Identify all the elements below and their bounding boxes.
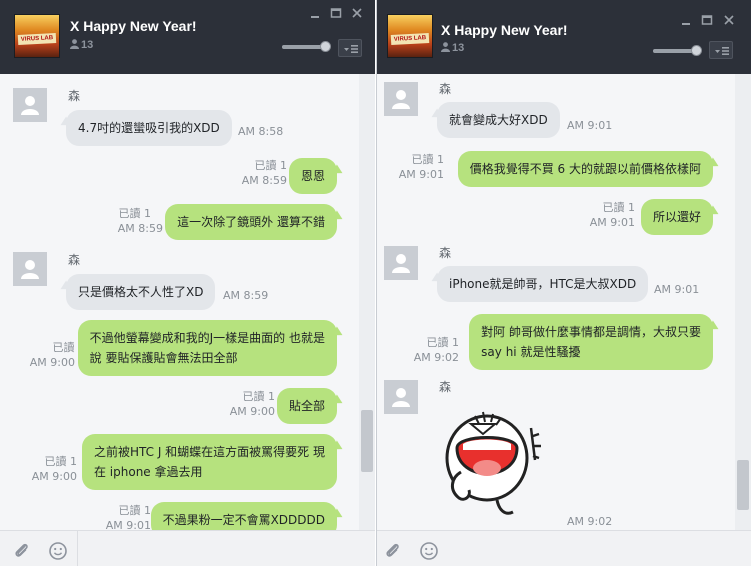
message-bubble[interactable]: 4.7吋的還蠻吸引我的XDD bbox=[66, 110, 232, 146]
message-bubble[interactable]: 這一次除了鏡頭外 還算不錯 bbox=[165, 204, 337, 240]
sender-name: 森 bbox=[439, 82, 452, 96]
sender-name: 森 bbox=[439, 380, 452, 394]
read-receipt: 已讀 1 bbox=[118, 504, 152, 517]
scrollbar-thumb[interactable] bbox=[361, 410, 373, 472]
sender-name: 森 bbox=[68, 89, 81, 103]
sender-avatar[interactable] bbox=[384, 82, 418, 116]
slider-knob[interactable] bbox=[691, 45, 702, 56]
sender-name: 森 bbox=[439, 246, 452, 260]
chat-window-left: VIRUS LAB X Happy New Year! 13 森 4.7吋的還蠻… bbox=[0, 0, 375, 566]
member-count[interactable]: 13 bbox=[441, 42, 464, 54]
minimize-icon[interactable] bbox=[679, 13, 693, 27]
sender-avatar[interactable] bbox=[13, 88, 47, 122]
message-time: AM 9:01 bbox=[567, 119, 613, 132]
chat-title: X Happy New Year! bbox=[441, 22, 568, 38]
attachment-icon[interactable] bbox=[12, 541, 32, 561]
message-time: AM 8:58 bbox=[238, 125, 284, 138]
close-icon[interactable] bbox=[350, 6, 364, 20]
menu-icon bbox=[344, 45, 358, 53]
sender-avatar[interactable] bbox=[384, 380, 418, 414]
message-bubble[interactable]: 之前被HTC J 和蝴蝶在這方面被罵得要死 現 在 iphone 拿過去用 bbox=[81, 434, 337, 490]
read-receipt: 已讀 1 bbox=[411, 153, 445, 166]
read-receipt: 已讀 1 bbox=[254, 159, 288, 172]
scrollbar[interactable] bbox=[735, 74, 751, 530]
menu-icon bbox=[715, 47, 729, 55]
message-time: AM 8:59 bbox=[117, 222, 163, 235]
message-bubble[interactable]: 貼全部 bbox=[276, 388, 337, 424]
message-bubble[interactable]: iPhone就是帥哥，HTC是大叔XDD bbox=[437, 266, 649, 302]
close-icon[interactable] bbox=[722, 13, 736, 27]
menu-button[interactable] bbox=[709, 41, 733, 59]
message-bubble[interactable]: 所以還好 bbox=[640, 199, 713, 235]
read-receipt: 已讀 1 bbox=[118, 207, 152, 220]
person-icon bbox=[392, 388, 410, 407]
emoji-icon[interactable] bbox=[419, 541, 439, 561]
message-area[interactable]: 森 就會變成大好XDD AM 9:01 已讀 1 AM 9:01 價格我覺得不買… bbox=[377, 74, 751, 530]
person-icon bbox=[21, 260, 39, 279]
scrollbar-thumb[interactable] bbox=[737, 460, 749, 510]
message-time: AM 9:02 bbox=[413, 351, 459, 364]
toolbar-divider bbox=[77, 531, 78, 566]
person-icon bbox=[70, 39, 79, 49]
person-icon bbox=[21, 96, 39, 115]
emoji-icon[interactable] bbox=[48, 541, 68, 561]
message-bubble[interactable]: 價格我覺得不買 6 大的就跟以前價格依樣阿 bbox=[457, 151, 713, 187]
read-receipt: 已讀 1 bbox=[44, 455, 78, 468]
laughing-sticker[interactable] bbox=[441, 406, 551, 526]
message-bubble[interactable]: 不過他螢幕變成和我的J一樣是曲面的 也就是 說 要貼保護貼會無法田全部 bbox=[77, 320, 337, 376]
member-count[interactable]: 13 bbox=[70, 39, 93, 51]
message-bubble[interactable]: 只是價格太不人性了XD bbox=[66, 274, 216, 310]
sender-avatar[interactable] bbox=[13, 252, 47, 286]
title-bar: VIRUS LAB X Happy New Year! 13 bbox=[377, 0, 751, 74]
attachment-icon[interactable] bbox=[383, 541, 403, 561]
message-time: AM 9:01 bbox=[398, 168, 444, 181]
message-bubble[interactable]: 不過果粉一定不會罵XDDDDD bbox=[150, 502, 337, 530]
message-time: AM 8:59 bbox=[223, 289, 269, 302]
group-avatar[interactable]: VIRUS LAB bbox=[14, 14, 60, 58]
message-time: AM 9:00 bbox=[31, 470, 77, 483]
maximize-icon[interactable] bbox=[329, 6, 343, 20]
chat-window-right: VIRUS LAB X Happy New Year! 13 森 就會變成大好X… bbox=[376, 0, 751, 566]
message-bubble[interactable]: 就會變成大好XDD bbox=[437, 102, 560, 138]
input-toolbar bbox=[377, 530, 751, 566]
title-bar: VIRUS LAB X Happy New Year! 13 bbox=[0, 0, 375, 74]
message-bubble[interactable]: 對阿 帥哥做什麼事情都是調情，大叔只要 say hi 就是性騷擾 bbox=[469, 314, 713, 370]
message-area[interactable]: 森 4.7吋的還蠻吸引我的XDD AM 8:58 已讀 1 AM 8:59 恩恩… bbox=[0, 74, 375, 530]
read-receipt: 已讀 1 bbox=[242, 390, 276, 403]
minimize-icon[interactable] bbox=[308, 6, 322, 20]
sender-name: 森 bbox=[68, 253, 81, 267]
message-time: AM 9:02 bbox=[567, 515, 613, 528]
message-bubble[interactable]: 恩恩 bbox=[288, 158, 337, 194]
message-time: AM 9:00 bbox=[29, 356, 75, 369]
group-avatar[interactable]: VIRUS LAB bbox=[387, 14, 433, 58]
chat-title: X Happy New Year! bbox=[70, 18, 197, 34]
message-time: AM 9:01 bbox=[589, 216, 635, 229]
sender-avatar[interactable] bbox=[384, 246, 418, 280]
read-receipt: 已讀 1 bbox=[602, 201, 636, 214]
person-icon bbox=[392, 254, 410, 273]
person-icon bbox=[441, 42, 450, 52]
maximize-icon[interactable] bbox=[700, 13, 714, 27]
volume-slider[interactable] bbox=[282, 41, 331, 52]
message-time: AM 9:01 bbox=[105, 519, 151, 530]
menu-button[interactable] bbox=[338, 39, 362, 57]
volume-slider[interactable] bbox=[653, 45, 702, 56]
person-icon bbox=[392, 90, 410, 109]
message-time: AM 8:59 bbox=[241, 174, 287, 187]
input-toolbar bbox=[0, 530, 375, 566]
message-time: AM 9:00 bbox=[229, 405, 275, 418]
read-receipt: 已讀 1 bbox=[426, 336, 460, 349]
message-time: AM 9:01 bbox=[654, 283, 700, 296]
slider-knob[interactable] bbox=[320, 41, 331, 52]
scrollbar[interactable] bbox=[359, 74, 375, 530]
